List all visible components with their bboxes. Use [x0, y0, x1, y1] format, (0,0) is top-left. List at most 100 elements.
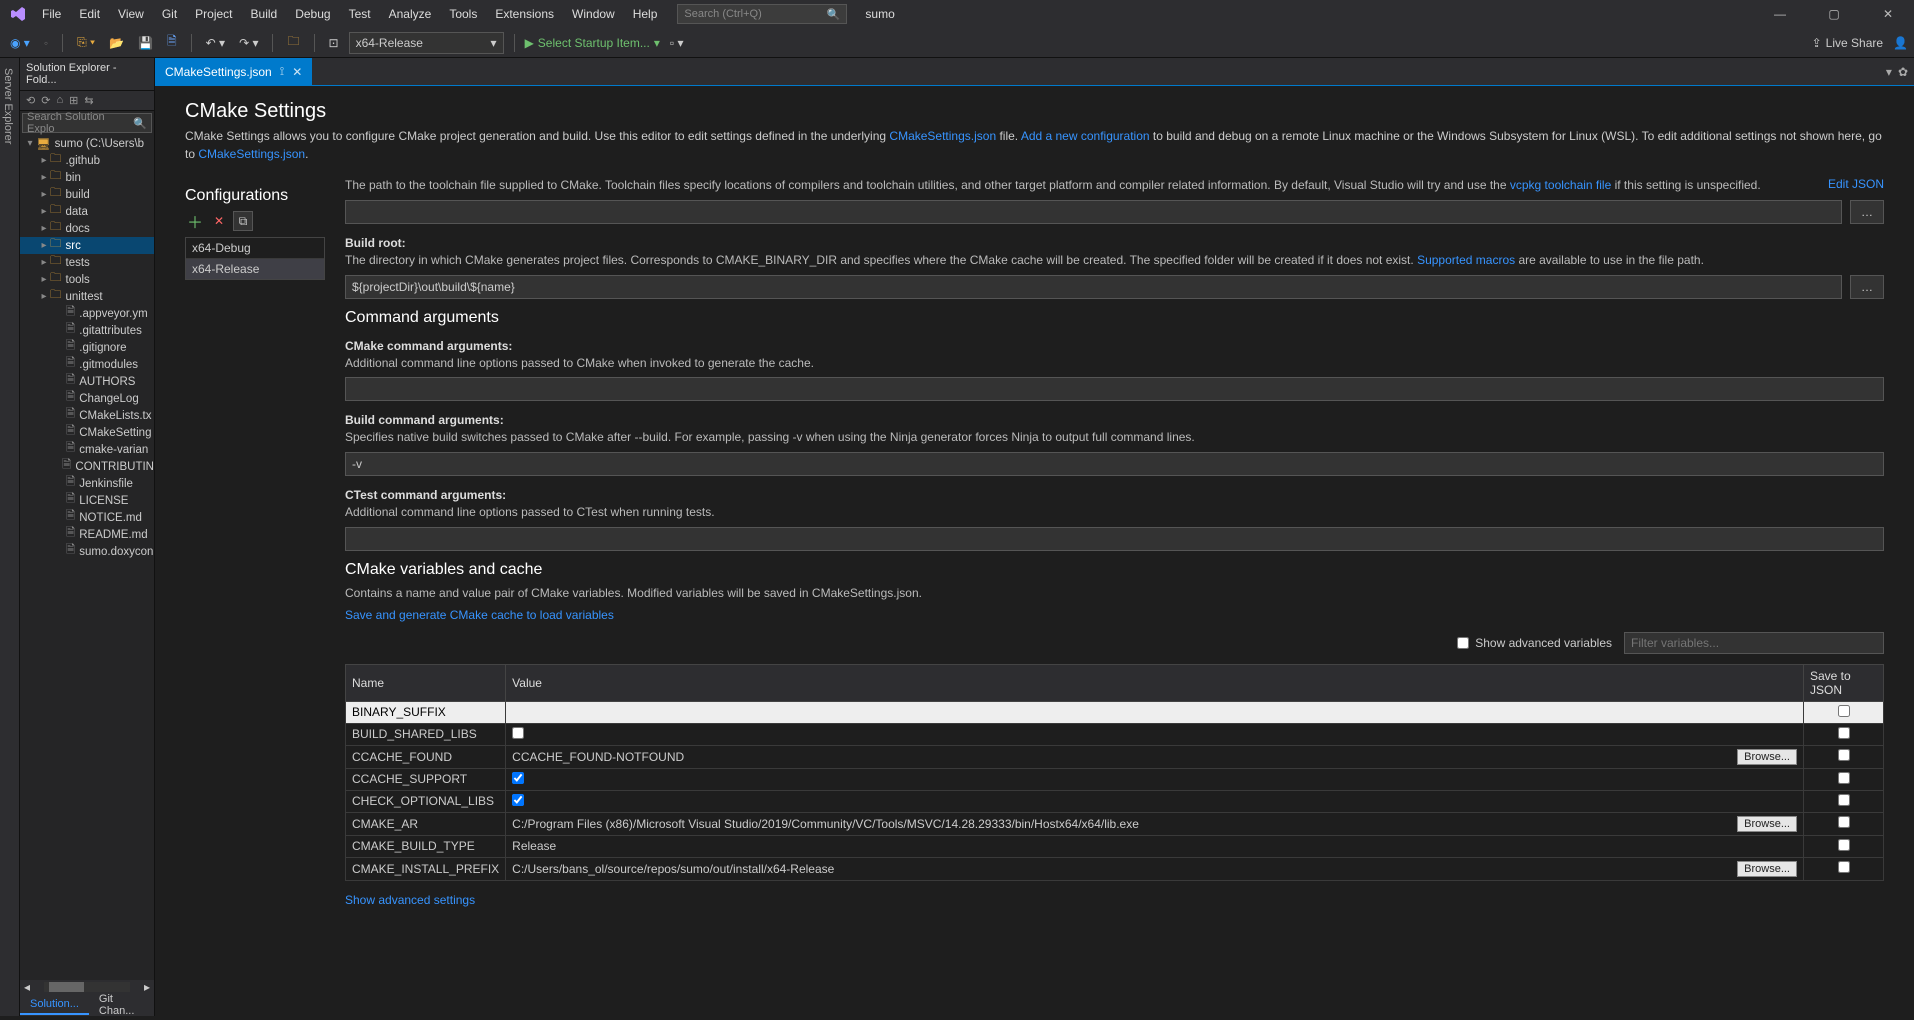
tree-file-CMakeListstx[interactable]: 🗎CMakeLists.tx	[20, 407, 154, 424]
var-save-checkbox[interactable]	[1838, 727, 1850, 739]
var-save-checkbox[interactable]	[1838, 705, 1850, 717]
cmake-args-input[interactable]	[345, 377, 1884, 401]
sync-icon[interactable]: ⟳	[41, 94, 50, 107]
var-browse-button[interactable]: Browse...	[1737, 861, 1797, 877]
tree-file-READMEmd[interactable]: 🗎README.md	[20, 526, 154, 543]
home-icon[interactable]: ⟲	[26, 94, 35, 107]
maximize-button[interactable]: ▢	[1814, 0, 1854, 28]
start-extra-button[interactable]: ▫ ▾	[666, 34, 688, 52]
var-value-checkbox[interactable]	[512, 772, 524, 784]
link-cmakesettings-json[interactable]: CMakeSettings.json	[889, 129, 996, 143]
live-share-button[interactable]: ⇪ Live Share	[1812, 36, 1883, 50]
tab-solution[interactable]: Solution...	[20, 995, 89, 1015]
tree-folder-bin[interactable]: ▸🗀bin	[20, 169, 154, 186]
tree-folder-tests[interactable]: ▸🗀tests	[20, 254, 154, 271]
add-config-button[interactable]: ＋	[185, 211, 205, 231]
link-supported-macros[interactable]: Supported macros	[1417, 253, 1515, 267]
link-add-configuration[interactable]: Add a new configuration	[1021, 129, 1150, 143]
var-save-checkbox[interactable]	[1838, 794, 1850, 806]
toolchain-input[interactable]	[345, 200, 1842, 224]
tree-folder-src[interactable]: ▸🗀src	[20, 237, 154, 254]
tree-folder-unittest[interactable]: ▸🗀unittest	[20, 288, 154, 305]
var-save-checkbox[interactable]	[1838, 839, 1850, 851]
menu-git[interactable]: Git	[154, 3, 185, 25]
minimize-button[interactable]: —	[1760, 0, 1800, 28]
link-cmakesettings-json-2[interactable]: CMakeSettings.json	[198, 147, 305, 161]
tree-folder-tools[interactable]: ▸🗀tools	[20, 271, 154, 288]
config-item-x64-release[interactable]: x64-Release	[186, 259, 324, 279]
var-row-cmake_install_prefix[interactable]: CMAKE_INSTALL_PREFIXC:/Users/bans_ol/sou…	[346, 857, 1884, 880]
tree-folder-docs[interactable]: ▸🗀docs	[20, 220, 154, 237]
folder-view-button[interactable]: 🗀	[283, 30, 303, 55]
menu-tools[interactable]: Tools	[441, 3, 485, 25]
nav-forward-button[interactable]: ◦	[40, 34, 52, 52]
tree-file-Jenkinsfile[interactable]: 🗎Jenkinsfile	[20, 475, 154, 492]
config-item-x64-debug[interactable]: x64-Debug	[186, 238, 324, 259]
menu-test[interactable]: Test	[341, 3, 379, 25]
redo-button[interactable]: ↷ ▾	[235, 34, 262, 52]
ctest-args-input[interactable]	[345, 527, 1884, 551]
var-value-checkbox[interactable]	[512, 727, 524, 739]
tab-settings-icon[interactable]: ✿	[1898, 65, 1908, 79]
toolchain-browse-button[interactable]: …	[1850, 200, 1884, 224]
build-args-input[interactable]	[345, 452, 1884, 476]
tree-folder-build[interactable]: ▸🗀build	[20, 186, 154, 203]
link-save-generate-cache[interactable]: Save and generate CMake cache to load va…	[345, 608, 614, 622]
save-all-button[interactable]: 🗎	[163, 30, 181, 55]
tree-file-gitmodules[interactable]: 🗎.gitmodules	[20, 356, 154, 373]
tree-file-CONTRIBUTIN[interactable]: 🗎CONTRIBUTIN	[20, 458, 154, 475]
var-row-cmake_ar[interactable]: CMAKE_ARC:/Program Files (x86)/Microsoft…	[346, 812, 1884, 835]
close-window-button[interactable]: ✕	[1868, 0, 1908, 28]
menu-window[interactable]: Window	[564, 3, 623, 25]
home2-icon[interactable]: ⌂	[56, 94, 63, 107]
menu-project[interactable]: Project	[187, 3, 240, 25]
nav-back-button[interactable]: ◉ ▾	[6, 34, 34, 52]
switch-icon[interactable]: ⇆	[84, 94, 93, 107]
menu-analyze[interactable]: Analyze	[381, 3, 440, 25]
tab-dropdown-icon[interactable]: ▾	[1886, 65, 1892, 79]
target-button[interactable]: ⊡	[325, 34, 343, 52]
edit-json-link[interactable]: Edit JSON	[1828, 177, 1884, 191]
show-advanced-settings-link[interactable]: Show advanced settings	[345, 893, 475, 907]
tree-file-sumodoxycon[interactable]: 🗎sumo.doxycon	[20, 543, 154, 560]
var-row-cmake_build_type[interactable]: CMAKE_BUILD_TYPERelease	[346, 835, 1884, 857]
tab-cmakesettings[interactable]: CMakeSettings.json ⟟ ✕	[155, 58, 312, 85]
tree-file-gitattributes[interactable]: 🗎.gitattributes	[20, 322, 154, 339]
menu-edit[interactable]: Edit	[71, 3, 108, 25]
menu-file[interactable]: File	[34, 3, 69, 25]
tree-file-appveyorym[interactable]: 🗎.appveyor.ym	[20, 305, 154, 322]
rename-config-button[interactable]: ⧉	[233, 211, 253, 231]
start-button[interactable]: ▶ Select Startup Item... ▾	[525, 36, 660, 50]
build-root-input[interactable]	[345, 275, 1842, 299]
rail-server-explorer[interactable]: Server Explorer	[0, 64, 16, 1016]
tree-root[interactable]: ▾🖥sumo (C:\Users\b	[20, 135, 154, 152]
tree-folder-data[interactable]: ▸🗀data	[20, 203, 154, 220]
view-icon[interactable]: ⊞	[69, 94, 78, 107]
close-tab-icon[interactable]: ✕	[292, 65, 302, 79]
menu-help[interactable]: Help	[625, 3, 666, 25]
menu-build[interactable]: Build	[243, 3, 286, 25]
menu-debug[interactable]: Debug	[287, 3, 338, 25]
tree-file-AUTHORS[interactable]: 🗎AUTHORS	[20, 373, 154, 390]
var-row-build_shared_libs[interactable]: BUILD_SHARED_LIBS	[346, 723, 1884, 745]
save-button[interactable]: 💾	[134, 34, 157, 52]
var-row-check_optional_libs[interactable]: CHECK_OPTIONAL_LIBS	[346, 790, 1884, 812]
pin-icon[interactable]: ⟟	[280, 64, 284, 79]
var-browse-button[interactable]: Browse...	[1737, 816, 1797, 832]
filter-variables-input[interactable]	[1624, 632, 1884, 654]
var-save-checkbox[interactable]	[1838, 772, 1850, 784]
var-row-ccache_support[interactable]: CCACHE_SUPPORT	[346, 768, 1884, 790]
tree-folder-github[interactable]: ▸🗀.github	[20, 152, 154, 169]
account-icon[interactable]: 👤	[1893, 36, 1908, 50]
var-save-checkbox[interactable]	[1838, 749, 1850, 761]
var-value-checkbox[interactable]	[512, 794, 524, 806]
delete-config-button[interactable]: ✕	[209, 211, 229, 231]
var-browse-button[interactable]: Browse...	[1737, 749, 1797, 765]
link-vcpkg-toolchain[interactable]: vcpkg toolchain file	[1510, 178, 1611, 192]
tree-file-NOTICEmd[interactable]: 🗎NOTICE.md	[20, 509, 154, 526]
var-save-checkbox[interactable]	[1838, 861, 1850, 873]
var-row-ccache_found[interactable]: CCACHE_FOUNDCCACHE_FOUND-NOTFOUNDBrowse.…	[346, 745, 1884, 768]
menu-view[interactable]: View	[110, 3, 152, 25]
tree-file-LICENSE[interactable]: 🗎LICENSE	[20, 492, 154, 509]
build-root-browse-button[interactable]: …	[1850, 275, 1884, 299]
